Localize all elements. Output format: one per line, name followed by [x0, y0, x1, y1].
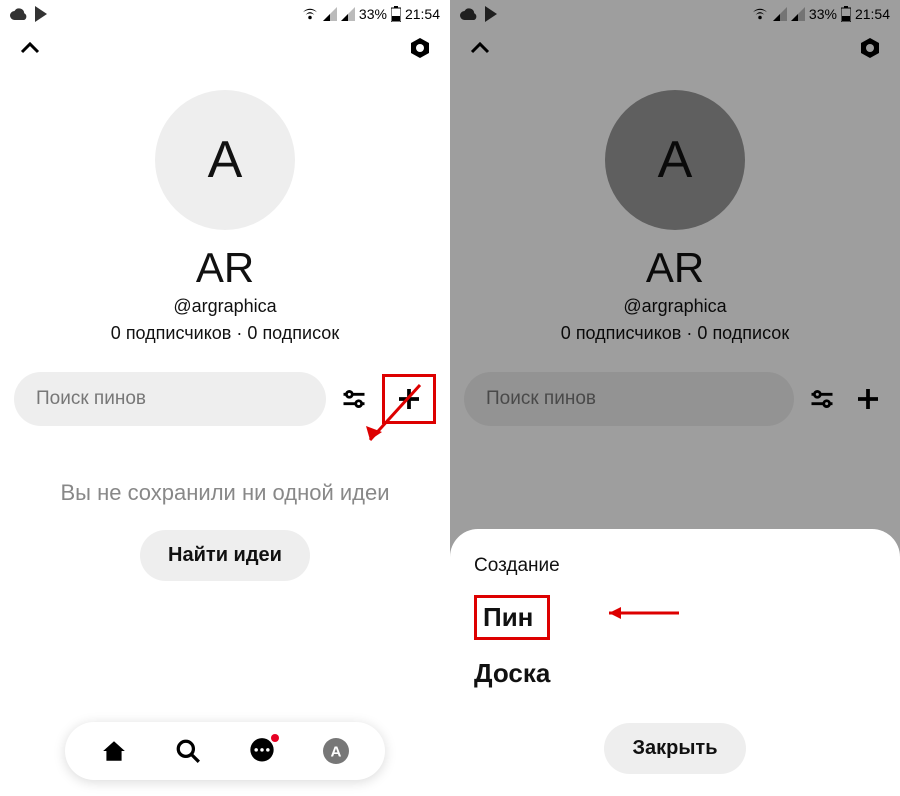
profile-name: AR: [0, 244, 450, 292]
sheet-title: Создание: [474, 555, 876, 577]
signal-icon-2: [341, 7, 355, 21]
nav-profile[interactable]: A: [321, 736, 351, 766]
hexagon-icon: [408, 36, 432, 60]
create-board-option[interactable]: Доска: [474, 650, 550, 697]
profile-stats: 0 подписчиков · 0 подписок: [0, 323, 450, 344]
search-icon: [175, 738, 201, 764]
status-bar: 33% 21:54: [0, 0, 450, 28]
nav-messages[interactable]: [247, 736, 277, 766]
create-pin-option[interactable]: Пин: [474, 595, 550, 640]
clock: 21:54: [405, 6, 440, 22]
nav-home[interactable]: [99, 736, 129, 766]
annotation-arrow: [360, 380, 430, 460]
bottom-nav: A: [65, 722, 385, 780]
collapse-button[interactable]: [18, 36, 42, 60]
notification-dot: [271, 734, 279, 742]
avatar-letter: A: [208, 130, 243, 190]
cloud-icon: [10, 7, 28, 21]
find-ideas-button[interactable]: Найти идеи: [140, 530, 310, 581]
search-input[interactable]: Поиск пинов: [14, 372, 326, 426]
avatar[interactable]: A: [155, 90, 295, 230]
settings-button[interactable]: [408, 36, 432, 60]
annotation-arrow: [594, 601, 684, 625]
chevron-up-icon: [18, 36, 42, 60]
signal-icon: [323, 7, 337, 21]
create-sheet: Создание Пин Доска Закрыть: [450, 529, 900, 796]
avatar-icon: A: [323, 738, 349, 764]
nav-search[interactable]: [173, 736, 203, 766]
profile-handle: @argraphica: [0, 296, 450, 317]
wifi-icon: [301, 7, 319, 21]
battery-pct: 33%: [359, 6, 387, 22]
play-store-icon: [34, 6, 48, 22]
svg-text:A: A: [331, 743, 342, 760]
battery-icon: [391, 6, 401, 22]
sheet-close-button[interactable]: Закрыть: [604, 723, 745, 774]
empty-state-message: Вы не сохранили ни одной идеи: [0, 480, 450, 506]
home-icon: [101, 738, 127, 764]
